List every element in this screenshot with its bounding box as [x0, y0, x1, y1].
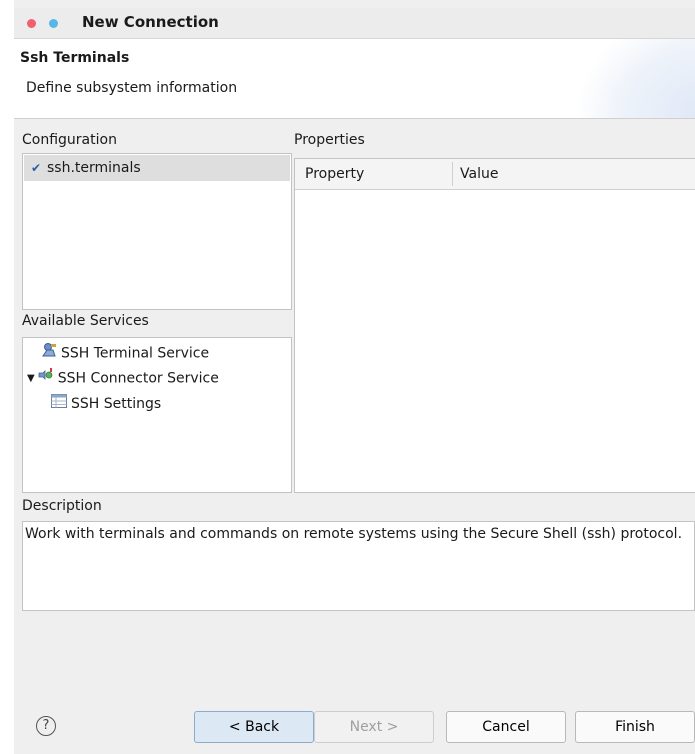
- properties-table-header: Property Value: [295, 159, 695, 190]
- new-connection-dialog: New Connection Ssh Terminals Define subs…: [14, 0, 695, 754]
- configuration-list[interactable]: ✔ ssh.terminals: [22, 153, 292, 310]
- banner-graphic: [575, 39, 695, 118]
- checkbox-checked-icon[interactable]: ✔: [31, 155, 43, 181]
- terminal-service-icon: [41, 342, 57, 365]
- page-title: Ssh Terminals: [20, 50, 130, 66]
- settings-table-icon: [51, 393, 67, 415]
- tree-item-label: SSH Settings: [71, 396, 162, 412]
- wizard-banner: Ssh Terminals Define subsystem informati…: [14, 39, 695, 119]
- services-tree[interactable]: SSH Terminal Service ▼ SSH Connector Ser…: [22, 337, 292, 493]
- finish-button[interactable]: Finish: [575, 711, 695, 743]
- config-item-ssh-terminals[interactable]: ✔ ssh.terminals: [24, 155, 290, 181]
- tree-item-label: SSH Terminal Service: [61, 345, 210, 362]
- back-button[interactable]: < Back: [194, 711, 314, 743]
- description-text: Work with terminals and commands on remo…: [22, 521, 695, 611]
- next-button[interactable]: Next >: [314, 711, 434, 743]
- tree-item-ssh-terminal-service[interactable]: SSH Terminal Service: [41, 342, 209, 364]
- help-icon[interactable]: ?: [36, 716, 56, 736]
- column-header-property[interactable]: Property: [305, 159, 364, 189]
- close-window-icon[interactable]: [27, 19, 36, 28]
- cancel-button[interactable]: Cancel: [446, 711, 566, 743]
- connector-service-icon: [38, 367, 54, 390]
- column-header-value[interactable]: Value: [460, 159, 498, 189]
- window-title: New Connection: [82, 13, 219, 31]
- page-subtitle: Define subsystem information: [26, 80, 238, 96]
- minimize-window-icon[interactable]: [49, 19, 58, 28]
- tree-item-ssh-settings[interactable]: SSH Settings: [51, 393, 161, 415]
- description-label: Description: [22, 498, 102, 514]
- properties-table[interactable]: Property Value: [294, 158, 695, 493]
- title-bar: New Connection: [14, 8, 695, 39]
- properties-label: Properties: [294, 132, 365, 148]
- config-item-label: ssh.terminals: [47, 160, 141, 176]
- tree-item-ssh-connector-service[interactable]: ▼ SSH Connector Service: [27, 367, 219, 389]
- tree-item-label: SSH Connector Service: [57, 370, 219, 387]
- expanded-triangle-icon[interactable]: ▼: [27, 368, 35, 390]
- available-services-label: Available Services: [22, 313, 149, 329]
- column-divider[interactable]: [452, 162, 453, 186]
- configuration-label: Configuration: [22, 132, 117, 148]
